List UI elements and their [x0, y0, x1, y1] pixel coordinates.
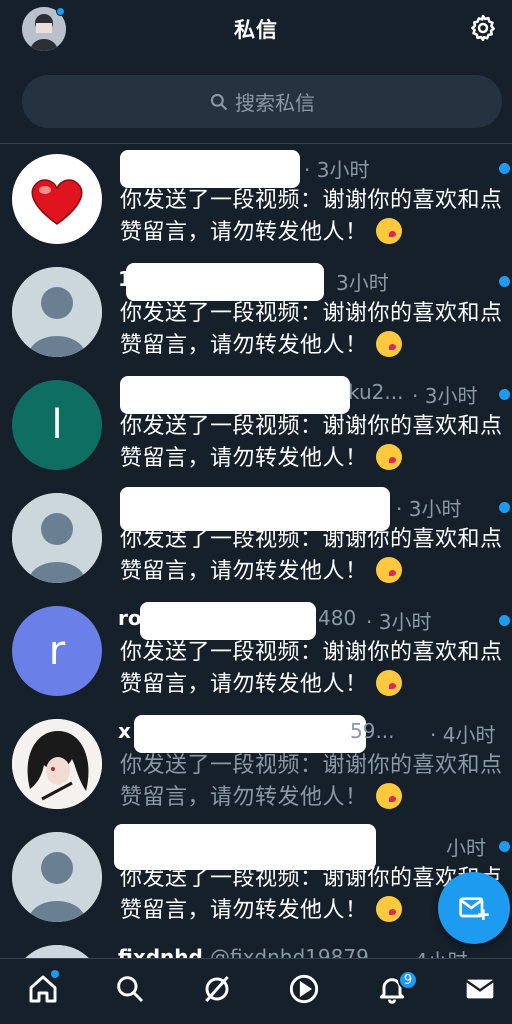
avatar[interactable] — [12, 267, 102, 357]
unread-dot — [499, 276, 510, 287]
search-placeholder: 搜索私信 — [235, 91, 315, 115]
heart-icon — [31, 179, 83, 225]
unread-dot — [499, 615, 510, 626]
kissing-face-icon — [375, 557, 402, 583]
timestamp: · 3小时 — [366, 610, 432, 634]
list-item[interactable]: l ku2... · 3小时 你发送了一段视频：谢谢你的喜欢和点赞留言，请勿转发… — [0, 370, 512, 483]
timestamp: · 3小时 — [304, 158, 370, 182]
avatar[interactable]: l — [12, 380, 102, 470]
unread-dot — [499, 163, 510, 174]
list-item[interactable]: 1 3小时 你发送了一段视频：谢谢你的喜欢和点赞留言，请勿转发他人！ — [0, 257, 512, 370]
messages-icon[interactable] — [464, 973, 496, 1005]
top-bar: 私信 — [0, 0, 512, 60]
new-message-icon — [459, 897, 489, 920]
kissing-face-icon — [375, 783, 402, 809]
list-item[interactable]: · 3小时 你发送了一段视频：谢谢你的喜欢和点赞留言，请勿转发他人！ — [0, 483, 512, 596]
list-item[interactable]: 小时 你发送了一段视频：谢谢你的喜欢和点赞留言，请勿转发他人！ — [0, 822, 512, 935]
message-preview: 你发送了一段视频：谢谢你的喜欢和点赞留言，请勿转发他人！ — [120, 753, 503, 810]
redacted-name — [126, 263, 324, 301]
unread-dot — [499, 502, 510, 513]
anime-avatar-icon — [12, 719, 102, 809]
sender-name: ro — [118, 606, 142, 630]
kissing-face-icon — [375, 331, 402, 357]
kissing-face-icon — [375, 444, 402, 470]
notification-badge: 9 — [398, 970, 418, 990]
unread-dot — [499, 389, 510, 400]
search-icon — [210, 93, 228, 110]
search-icon[interactable] — [114, 973, 146, 1005]
kissing-face-icon — [375, 670, 402, 696]
redacted-name — [140, 602, 316, 640]
avatar-letter: r — [48, 628, 66, 674]
message-preview: 你发送了一段视频：谢谢你的喜欢和点赞留言，请勿转发他人！ — [120, 527, 503, 584]
message-preview: 你发送了一段视频：谢谢你的喜欢和点赞留言，请勿转发他人！ — [120, 640, 503, 697]
video-icon[interactable] — [288, 973, 320, 1005]
list-item[interactable]: r ro 480 · 3小时 你发送了一段视频：谢谢你的喜欢和点赞留言，请勿转发… — [0, 596, 512, 709]
sender-name: x — [118, 719, 131, 743]
message-preview: 你发送了一段视频：谢谢你的喜欢和点赞留言，请勿转发他人！ — [120, 414, 503, 471]
search-input[interactable]: 搜索私信 — [22, 75, 502, 128]
timestamp: · 3小时 — [412, 384, 478, 408]
list-item[interactable]: x 59... · 4小时 你发送了一段视频：谢谢你的喜欢和点赞留言，请勿转发他… — [0, 709, 512, 822]
redacted-name — [134, 715, 366, 753]
redacted-name — [120, 376, 350, 414]
default-user-icon — [12, 267, 102, 357]
spaces-icon[interactable] — [201, 973, 233, 1005]
sender-handle: 480 — [318, 606, 357, 630]
default-user-icon — [12, 832, 102, 922]
timestamp: · 4小时 — [430, 723, 496, 747]
avatar[interactable] — [12, 493, 102, 583]
home-unread-dot — [51, 970, 59, 978]
kissing-face-icon — [375, 896, 402, 922]
avatar[interactable] — [12, 832, 102, 922]
new-message-button[interactable] — [438, 872, 510, 944]
avatar[interactable] — [12, 154, 102, 244]
avatar[interactable] — [12, 719, 102, 809]
timestamp: 小时 — [446, 836, 486, 860]
message-preview: 你发送了一段视频：谢谢你的喜欢和点赞留言，请勿转发他人！ — [120, 188, 503, 245]
redacted-name — [120, 150, 300, 188]
gear-icon[interactable] — [468, 13, 498, 43]
timestamp: 3小时 — [336, 271, 389, 295]
unread-dot — [499, 841, 510, 852]
avatar[interactable]: r — [12, 606, 102, 696]
default-user-icon — [12, 493, 102, 583]
bottom-navigation — [0, 958, 512, 1024]
page-title: 私信 — [234, 18, 278, 42]
list-item[interactable]: · 3小时 你发送了一段视频：谢谢你的喜欢和点赞留言，请勿转发他人！ — [0, 144, 512, 257]
sender-handle: 59... — [350, 719, 395, 743]
sender-handle: ku2... — [348, 380, 404, 404]
avatar-letter: l — [51, 402, 63, 448]
kissing-face-icon — [375, 218, 402, 244]
timestamp: · 3小时 — [396, 497, 462, 521]
message-list: · 3小时 你发送了一段视频：谢谢你的喜欢和点赞留言，请勿转发他人！ 1 3小时… — [0, 144, 512, 1024]
message-preview: 你发送了一段视频：谢谢你的喜欢和点赞留言，请勿转发他人！ — [120, 301, 503, 358]
